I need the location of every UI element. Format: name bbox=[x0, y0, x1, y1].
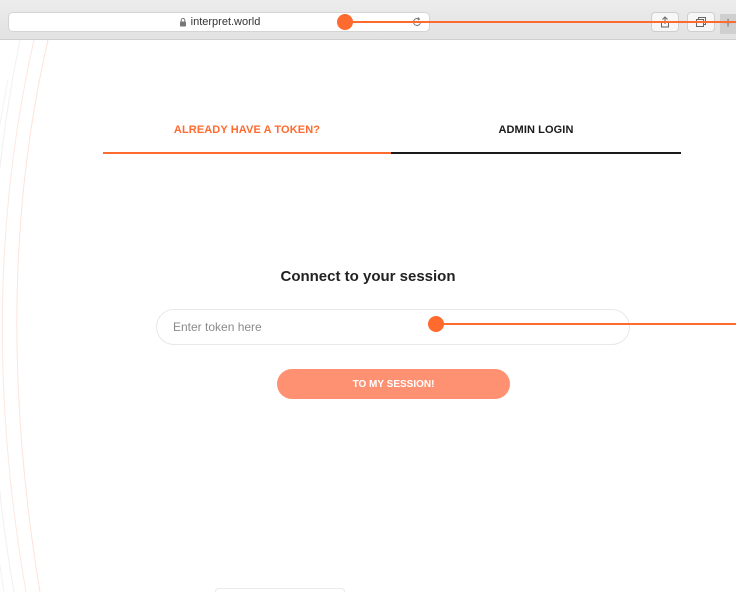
tab-already-have-token[interactable]: ALREADY HAVE A TOKEN? bbox=[103, 110, 391, 154]
callout-line-address bbox=[345, 21, 736, 23]
lock-icon bbox=[179, 17, 186, 27]
decorative-arcs bbox=[0, 40, 49, 592]
footer-decoration bbox=[215, 588, 345, 592]
address-bar-content: interpret.world bbox=[178, 16, 261, 28]
url-text: interpret.world bbox=[190, 16, 261, 28]
browser-toolbar: interpret.world + bbox=[0, 0, 736, 40]
callout-line-token bbox=[436, 323, 736, 325]
to-my-session-button[interactable]: TO MY SESSION! bbox=[277, 369, 510, 399]
token-input[interactable] bbox=[156, 309, 630, 345]
plus-icon[interactable]: + bbox=[720, 14, 736, 34]
tab-admin-login[interactable]: ADMIN LOGIN bbox=[391, 110, 681, 154]
form-heading: Connect to your session bbox=[280, 268, 456, 285]
